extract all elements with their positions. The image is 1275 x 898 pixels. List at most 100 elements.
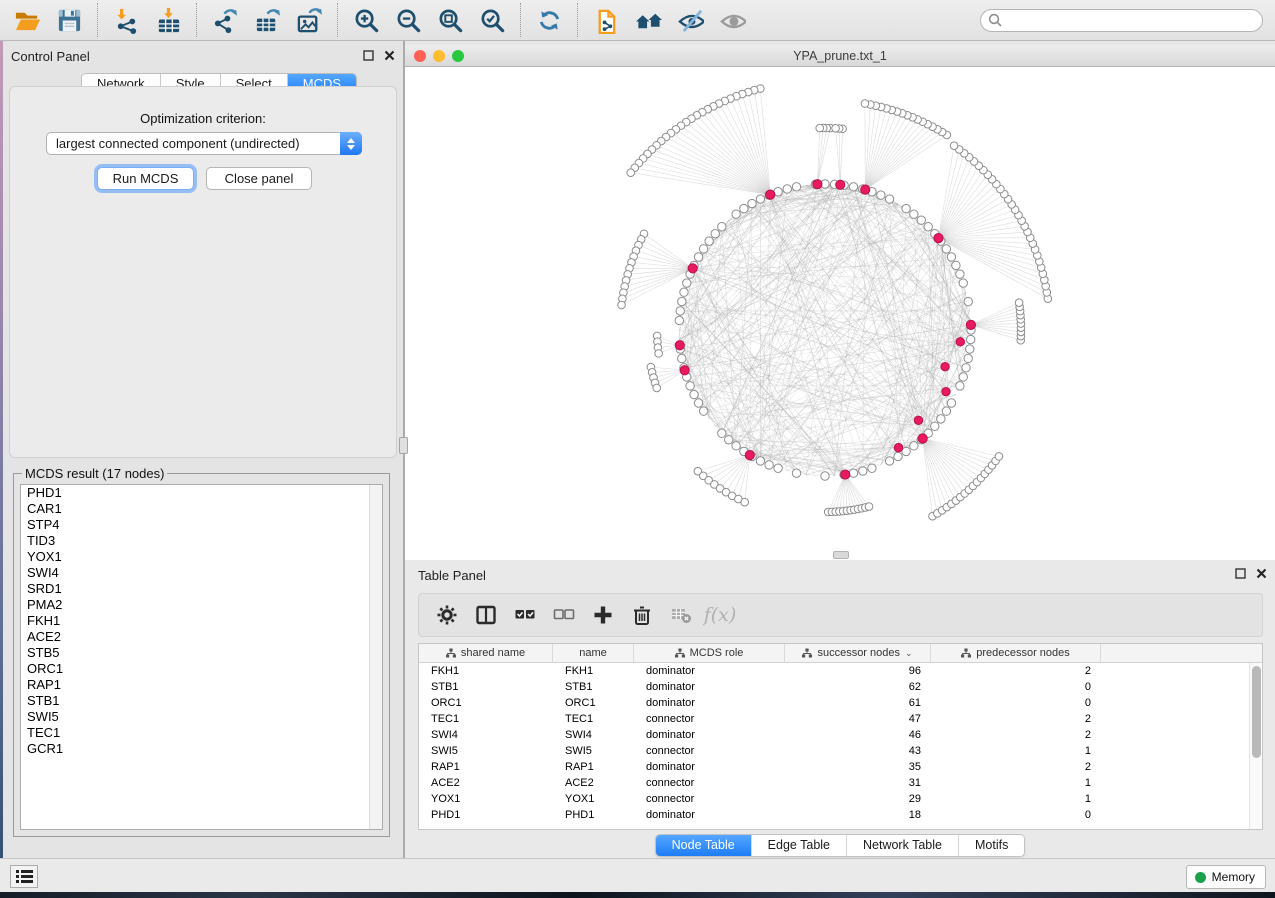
delete-icon[interactable] bbox=[627, 600, 657, 630]
main-toolbar bbox=[0, 0, 1275, 41]
open-icon[interactable] bbox=[10, 3, 44, 37]
tab-node-table[interactable]: Node Table bbox=[656, 835, 752, 856]
table-row[interactable]: SWI5SWI5connector431 bbox=[419, 743, 1262, 759]
mcds-result-item[interactable]: ORC1 bbox=[21, 661, 382, 677]
table-scrollbar[interactable] bbox=[1249, 663, 1262, 829]
column-header-shared-name[interactable]: shared name bbox=[419, 644, 553, 662]
tab-edge-table[interactable]: Edge Table bbox=[752, 835, 847, 856]
table-splitter-grip[interactable] bbox=[833, 551, 849, 559]
criterion-dropdown[interactable]: largest connected component (undirected) bbox=[46, 132, 362, 155]
zoom-out-icon[interactable] bbox=[391, 3, 425, 37]
network-graph[interactable] bbox=[405, 67, 1275, 560]
table-row[interactable]: SWI4SWI4dominator462 bbox=[419, 727, 1262, 743]
column-header-successor-nodes[interactable]: successor nodes⌄ bbox=[785, 644, 931, 662]
table-row[interactable]: RAP1RAP1dominator352 bbox=[419, 759, 1262, 775]
mcds-result-item[interactable]: PHD1 bbox=[21, 485, 382, 501]
export-network-icon[interactable] bbox=[208, 3, 242, 37]
table-row[interactable]: TEC1TEC1connector472 bbox=[419, 711, 1262, 727]
mcds-result-item[interactable]: TEC1 bbox=[21, 725, 382, 741]
mcds-result-item[interactable]: STB5 bbox=[21, 645, 382, 661]
cell-successor-nodes: 29 bbox=[785, 791, 931, 807]
cell-MCDS-role: dominator bbox=[634, 679, 785, 695]
cell-shared-name: ACE2 bbox=[419, 775, 553, 791]
gear-icon[interactable] bbox=[432, 600, 462, 630]
mcds-result-item[interactable]: ACE2 bbox=[21, 629, 382, 645]
cell-name: SWI4 bbox=[553, 727, 634, 743]
table-scrollbar-thumb[interactable] bbox=[1252, 666, 1261, 758]
export-table-icon[interactable] bbox=[250, 3, 284, 37]
cell-name: RAP1 bbox=[553, 759, 634, 775]
float-icon[interactable] bbox=[363, 50, 374, 61]
column-header-MCDS-role[interactable]: MCDS role bbox=[634, 644, 785, 662]
cell-successor-nodes: 47 bbox=[785, 711, 931, 727]
network-canvas[interactable] bbox=[405, 67, 1275, 560]
mcds-result-item[interactable]: RAP1 bbox=[21, 677, 382, 693]
column-header-name[interactable]: name bbox=[553, 644, 634, 662]
close-panel-button[interactable]: Close panel bbox=[206, 167, 312, 190]
cell-name: TEC1 bbox=[553, 711, 634, 727]
mcds-result-item[interactable]: YOX1 bbox=[21, 549, 382, 565]
mcds-result-item[interactable]: STP4 bbox=[21, 517, 382, 533]
close-icon[interactable] bbox=[384, 50, 395, 61]
table-row[interactable]: STB1STB1dominator620 bbox=[419, 679, 1262, 695]
mcds-result-group: MCDS result (17 nodes) PHD1CAR1STP4TID3Y… bbox=[13, 466, 390, 837]
import-network-icon[interactable] bbox=[109, 3, 143, 37]
tab-network-table[interactable]: Network Table bbox=[847, 835, 959, 856]
cell-successor-nodes: 62 bbox=[785, 679, 931, 695]
column-header-predecessor-nodes[interactable]: predecessor nodes bbox=[931, 644, 1101, 662]
add-icon[interactable] bbox=[588, 600, 618, 630]
tab-motifs[interactable]: Motifs bbox=[959, 835, 1024, 856]
cell-successor-nodes: 31 bbox=[785, 775, 931, 791]
deselect-all-icon[interactable] bbox=[549, 600, 579, 630]
cell-name: YOX1 bbox=[553, 791, 634, 807]
function-disabled-icon: f(x) bbox=[705, 600, 735, 630]
select-all-icon[interactable] bbox=[510, 600, 540, 630]
table-row[interactable]: FKH1FKH1dominator962 bbox=[419, 663, 1262, 679]
mcds-result-item[interactable]: STB1 bbox=[21, 693, 382, 709]
cell-name: STB1 bbox=[553, 679, 634, 695]
zoom-fit-icon[interactable] bbox=[433, 3, 467, 37]
table-row[interactable]: YOX1YOX1connector291 bbox=[419, 791, 1262, 807]
show-all-icon[interactable] bbox=[715, 3, 749, 37]
cell-shared-name: PHD1 bbox=[419, 807, 553, 823]
mcds-result-item[interactable]: PMA2 bbox=[21, 597, 382, 613]
run-mcds-button[interactable]: Run MCDS bbox=[97, 167, 194, 190]
search-box bbox=[980, 9, 1263, 32]
zoom-in-icon[interactable] bbox=[349, 3, 383, 37]
cell-shared-name: SWI5 bbox=[419, 743, 553, 759]
network-from-selection-icon[interactable] bbox=[589, 3, 623, 37]
cell-shared-name: YOX1 bbox=[419, 791, 553, 807]
close-icon[interactable] bbox=[1256, 568, 1267, 579]
mcds-result-item[interactable]: GCR1 bbox=[21, 741, 382, 757]
table-row[interactable]: ORC1ORC1dominator610 bbox=[419, 695, 1262, 711]
memory-button[interactable]: Memory bbox=[1186, 865, 1266, 889]
mcds-result-item[interactable]: SWI5 bbox=[21, 709, 382, 725]
memory-status-dot bbox=[1195, 872, 1206, 883]
export-image-icon[interactable] bbox=[292, 3, 326, 37]
mcds-result-title: MCDS result (17 nodes) bbox=[22, 466, 167, 481]
mcds-result-item[interactable]: SWI4 bbox=[21, 565, 382, 581]
toolbar-separator bbox=[577, 3, 578, 37]
control-panel-title: Control Panel bbox=[11, 49, 90, 64]
first-neighbors-icon[interactable] bbox=[631, 3, 665, 37]
mcds-list-scrollbar[interactable] bbox=[369, 485, 382, 829]
import-table-icon[interactable] bbox=[151, 3, 185, 37]
hide-selected-icon[interactable] bbox=[673, 3, 707, 37]
status-menu-button[interactable] bbox=[10, 865, 38, 888]
search-input[interactable] bbox=[980, 9, 1263, 32]
refresh-icon[interactable] bbox=[532, 3, 566, 37]
mcds-result-item[interactable]: FKH1 bbox=[21, 613, 382, 629]
table-row[interactable]: PHD1PHD1dominator180 bbox=[419, 807, 1262, 823]
cell-name: FKH1 bbox=[553, 663, 634, 679]
zoom-selected-icon[interactable] bbox=[475, 3, 509, 37]
mcds-result-item[interactable]: SRD1 bbox=[21, 581, 382, 597]
save-icon[interactable] bbox=[52, 3, 86, 37]
mcds-result-item[interactable]: CAR1 bbox=[21, 501, 382, 517]
columns-icon[interactable] bbox=[471, 600, 501, 630]
cell-predecessor-nodes: 1 bbox=[931, 743, 1101, 759]
panel-splitter-grip[interactable] bbox=[399, 437, 408, 454]
table-disabled-icon bbox=[666, 600, 696, 630]
mcds-result-item[interactable]: TID3 bbox=[21, 533, 382, 549]
table-row[interactable]: ACE2ACE2connector311 bbox=[419, 775, 1262, 791]
float-icon[interactable] bbox=[1235, 568, 1246, 579]
